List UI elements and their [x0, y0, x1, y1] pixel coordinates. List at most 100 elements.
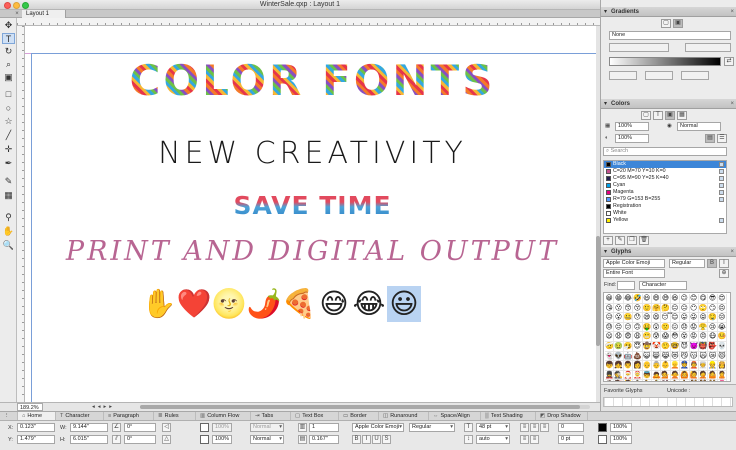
- palette-close-icon[interactable]: ×: [730, 7, 734, 17]
- glyph-style-select[interactable]: Regular: [669, 259, 705, 268]
- glyph-cell[interactable]: 🙆: [680, 370, 690, 381]
- smiley-emoji-selected[interactable]: 😃: [387, 286, 421, 322]
- glyph-cell[interactable]: 😼: [680, 351, 690, 362]
- glyph-cell[interactable]: 😭: [717, 322, 728, 333]
- glyph-cell[interactable]: 😨: [623, 332, 634, 342]
- glyph-cell[interactable]: 😧: [614, 332, 624, 342]
- glyph-cell[interactable]: 🕺: [652, 380, 662, 381]
- glyph-cell[interactable]: 😱: [661, 332, 671, 342]
- glyph-cell[interactable]: 🤤: [708, 313, 718, 323]
- glyph-cell[interactable]: 🤧: [623, 341, 634, 352]
- glyph-cell[interactable]: 😌: [670, 313, 681, 323]
- glyph-cell[interactable]: 😅: [661, 294, 671, 304]
- glyph-cell[interactable]: 👮: [680, 361, 690, 371]
- tab-column-flow[interactable]: ▥ Column Flow: [196, 412, 251, 420]
- glyph-cell[interactable]: 👯: [661, 380, 671, 381]
- duplicate-color-button[interactable]: ❐: [627, 236, 637, 245]
- tab-tabs[interactable]: ⇥ Tabs: [251, 412, 291, 420]
- glyph-cell[interactable]: 👧: [614, 361, 624, 371]
- glyph-cell[interactable]: 🙇: [651, 370, 662, 381]
- frame-color-swatch[interactable]: [200, 435, 209, 444]
- zoom-icon[interactable]: 🔍: [2, 240, 15, 251]
- color-shade-field[interactable]: 100%: [615, 134, 649, 143]
- line-icon[interactable]: ╱: [2, 130, 15, 141]
- colors-header[interactable]: Colors ×: [601, 99, 736, 109]
- glyph-cell[interactable]: 😯: [633, 313, 643, 323]
- glyph-cell[interactable]: 😃: [642, 294, 652, 304]
- oval-icon[interactable]: ○: [2, 102, 15, 113]
- glyph-bold-button[interactable]: B: [707, 259, 717, 268]
- glyph-cell[interactable]: 👲: [689, 361, 699, 371]
- shading-color-button[interactable]: ▦: [677, 111, 687, 120]
- glyph-cell[interactable]: 👦: [605, 361, 615, 371]
- glyph-cell[interactable]: 🚶: [671, 380, 681, 381]
- glyph-cell[interactable]: 😙: [623, 303, 634, 314]
- glyph-cell[interactable]: 🤠: [642, 341, 652, 352]
- align-center-button[interactable]: ≡: [530, 423, 539, 432]
- glyph-cell[interactable]: 😓: [605, 322, 615, 333]
- tears-of-joy-emoji[interactable]: 😂: [352, 286, 386, 322]
- glyph-cell[interactable]: 😝: [698, 313, 709, 323]
- glyph-cell[interactable]: 😟: [689, 322, 699, 333]
- color-item-yellow[interactable]: Yellow: [604, 217, 726, 224]
- glyph-cell[interactable]: 🤡: [651, 341, 662, 352]
- color-item-white[interactable]: White: [604, 210, 726, 217]
- glyph-cell[interactable]: 😴: [661, 313, 673, 323]
- glyph-find-mode-select[interactable]: Character: [639, 281, 687, 290]
- color-item-registration[interactable]: Registration: [604, 203, 726, 210]
- glyph-cell[interactable]: 🤢: [614, 341, 624, 352]
- glyph-cell[interactable]: 🙍: [605, 380, 615, 381]
- color-item-c95[interactable]: C=95 M=90 Y=25 K=40: [604, 175, 726, 182]
- gradient-location-field[interactable]: [609, 71, 637, 80]
- favorite-glyphs-row[interactable]: [603, 397, 733, 407]
- glyph-cell[interactable]: 👹: [698, 341, 709, 352]
- glyph-cell[interactable]: 💇: [614, 380, 624, 381]
- text-color-button[interactable]: T: [653, 111, 663, 120]
- palette-close-icon[interactable]: ×: [730, 99, 734, 109]
- box-color-button[interactable]: ▣: [665, 111, 675, 120]
- y-field[interactable]: 1.479": [17, 435, 55, 444]
- glyph-cell[interactable]: 🤶: [633, 370, 643, 381]
- vertical-ruler[interactable]: [17, 26, 25, 402]
- frame-opacity-field[interactable]: 100%: [212, 435, 232, 444]
- gradient-type-select[interactable]: None: [609, 31, 731, 40]
- glyph-cell[interactable]: 💆: [624, 380, 634, 381]
- gradient-aspect-field[interactable]: [685, 43, 731, 52]
- bold-button[interactable]: B: [352, 435, 361, 444]
- rotate-icon[interactable]: ↻: [2, 46, 15, 57]
- glyph-cell[interactable]: 🤐: [623, 313, 634, 323]
- shading-color-swatch[interactable]: [598, 435, 607, 444]
- flip-vertical-button[interactable]: △: [162, 435, 171, 444]
- page-nav-buttons[interactable]: ◂◂▸▸: [92, 403, 115, 411]
- gradient-fill-button[interactable]: ▢: [661, 19, 671, 28]
- glyph-cell[interactable]: 🤣: [633, 294, 643, 304]
- glyph-cell[interactable]: 👺: [708, 341, 718, 352]
- glyph-cell[interactable]: 😞: [680, 322, 690, 333]
- gradient-ramp[interactable]: [609, 57, 721, 66]
- box-opacity-field[interactable]: 100%: [212, 423, 232, 432]
- glyph-cell[interactable]: 👬: [708, 380, 718, 381]
- tab-home[interactable]: ⌂ Home: [18, 412, 56, 420]
- gradients-header[interactable]: Gradients ×: [601, 7, 736, 17]
- table-icon[interactable]: ▦: [2, 190, 15, 201]
- glyph-cell[interactable]: 😳: [670, 332, 681, 342]
- h-field[interactable]: 6.015": [70, 435, 108, 444]
- box-blend-select[interactable]: Normal: [250, 423, 284, 432]
- pointer-icon[interactable]: ✥: [2, 20, 15, 31]
- color-item-black[interactable]: Black: [604, 161, 726, 168]
- color-item-cyan[interactable]: Cyan: [604, 182, 726, 189]
- star-icon[interactable]: ☆: [2, 116, 15, 127]
- swatch-view-button[interactable]: ▤: [705, 134, 715, 143]
- glyph-cell[interactable]: 👷: [708, 361, 718, 371]
- glyph-cell[interactable]: 👩: [633, 361, 643, 371]
- frame-color-button[interactable]: ▢: [641, 111, 651, 120]
- glyph-subset-select[interactable]: Entire Font: [603, 269, 665, 278]
- close-tab-icon[interactable]: ×: [13, 10, 21, 18]
- glyph-cell[interactable]: 😶: [689, 303, 699, 314]
- glyph-cell[interactable]: 👵: [651, 361, 662, 371]
- glyph-cell[interactable]: 😸: [651, 351, 662, 362]
- glyph-cell[interactable]: 👫: [690, 380, 699, 381]
- new-color-button[interactable]: +: [603, 236, 613, 245]
- glyph-cell[interactable]: 😣: [717, 303, 728, 314]
- tab-character[interactable]: T Character: [56, 412, 104, 420]
